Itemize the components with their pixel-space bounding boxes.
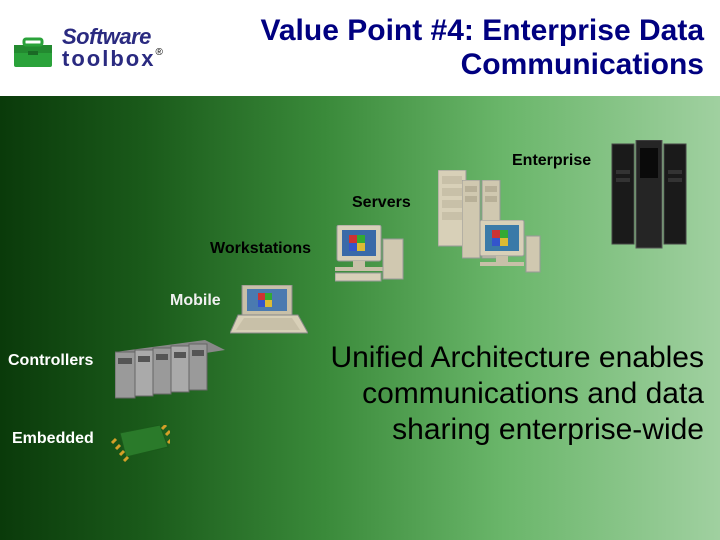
header-bar: Software toolbox® Value Point #4: Enterp… — [0, 0, 720, 96]
body-text: Unified Architecture enables communicati… — [274, 340, 704, 448]
logo: Software toolbox® — [10, 25, 163, 71]
label-mobile: Mobile — [170, 292, 221, 310]
workstation2-icon — [480, 220, 542, 276]
label-servers: Servers — [352, 194, 411, 212]
label-enterprise: Enterprise — [512, 152, 591, 170]
label-embedded: Embedded — [12, 430, 94, 448]
logo-line2: toolbox — [62, 46, 155, 71]
slide: Software toolbox® Value Point #4: Enterp… — [0, 0, 720, 540]
plc-rack-icon — [115, 340, 225, 402]
laptop-icon — [230, 285, 308, 337]
logo-line1: Software — [62, 26, 163, 48]
label-workstations: Workstations — [210, 240, 311, 258]
toolbox-icon — [10, 25, 56, 71]
label-controllers: Controllers — [8, 352, 93, 370]
slide-title: Value Point #4: Enterprise Data Communic… — [163, 14, 710, 83]
logo-text: Software toolbox® — [62, 26, 163, 70]
chip-icon — [110, 425, 170, 465]
workstation1-icon — [335, 225, 405, 283]
registered-mark: ® — [155, 47, 162, 58]
mainframe-icon — [610, 140, 690, 250]
